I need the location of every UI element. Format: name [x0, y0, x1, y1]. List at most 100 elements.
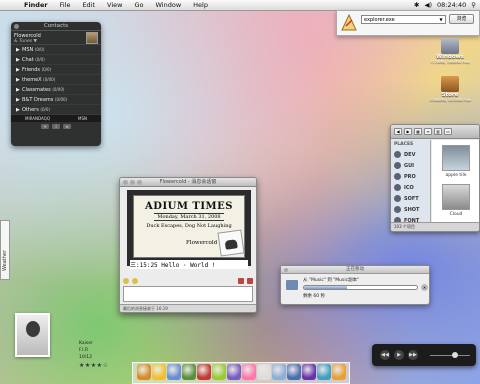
- menu-app-finder[interactable]: Finder: [18, 1, 54, 9]
- dock-app-icon[interactable]: [332, 364, 346, 380]
- sidebar-item-dev[interactable]: DEV: [391, 149, 430, 160]
- chat-title-bar[interactable]: Flowercold - 消息会话窗: [120, 178, 256, 187]
- forward-icon[interactable]: ▶: [404, 128, 412, 135]
- user-line-2: F.I.R: [79, 348, 89, 353]
- previous-track-icon[interactable]: ◀◀: [380, 350, 390, 360]
- drive-windows[interactable]: Windows 7178MB, 1968MB Free: [420, 38, 480, 64]
- info-button[interactable]: i: [52, 124, 60, 129]
- stop-icon[interactable]: ✕: [421, 284, 428, 291]
- view-icons-button[interactable]: ▦: [414, 128, 422, 135]
- contacts-title-bar[interactable]: Contacts: [11, 22, 101, 31]
- sidebar-item-gui[interactable]: GUI: [391, 160, 430, 171]
- group-friends[interactable]: ▶ Friends (0/0): [11, 65, 101, 75]
- volume-icon[interactable]: ◀): [424, 1, 432, 9]
- group-count: (0/0): [35, 57, 45, 62]
- dock-app-icon[interactable]: [257, 364, 271, 380]
- folder-icon: [286, 280, 298, 290]
- dock-app-icon[interactable]: [182, 364, 196, 380]
- sidebar-item-soft[interactable]: SOFT: [391, 193, 430, 204]
- group-classmates[interactable]: ▶ Classmates (0/00): [11, 85, 101, 95]
- add-contact-button[interactable]: +: [41, 124, 49, 129]
- sidebar-item-ico[interactable]: ICO: [391, 182, 430, 193]
- group-count: (0/0): [34, 47, 45, 52]
- file-label[interactable]: apple tile: [436, 173, 476, 178]
- file-thumbnail[interactable]: [442, 145, 470, 171]
- window-controls: [123, 180, 142, 185]
- spotlight-icon[interactable]: ⚲: [471, 1, 476, 9]
- group-msn[interactable]: ▶ MSN (0/0): [11, 45, 101, 55]
- sidebar-item-pro[interactable]: PRO: [391, 171, 430, 182]
- dock-app-icon[interactable]: [152, 364, 166, 380]
- dock-app-icon[interactable]: [227, 364, 241, 380]
- menu-window[interactable]: Window: [150, 1, 188, 9]
- view-list-button[interactable]: ≡: [424, 128, 432, 135]
- next-track-icon[interactable]: ▶▶: [408, 350, 418, 360]
- group-themex[interactable]: ▶ themeX (0/00): [11, 75, 101, 85]
- minimize-icon[interactable]: [130, 180, 135, 185]
- volume-slider[interactable]: [430, 355, 470, 356]
- volume-knob[interactable]: [452, 352, 458, 358]
- menu-button[interactable]: ≡: [63, 124, 71, 129]
- rating-stars[interactable]: ★★★★☆: [79, 362, 108, 369]
- close-icon[interactable]: [123, 180, 128, 185]
- play-icon[interactable]: ▶: [394, 350, 404, 360]
- finder-toolbar[interactable]: ◀ ▶ ▦ ≡ ▥ ▭: [391, 125, 479, 139]
- menu-view[interactable]: View: [101, 1, 128, 9]
- view-columns-button[interactable]: ▥: [434, 128, 442, 135]
- dock-app-icon[interactable]: [197, 364, 211, 380]
- user-card-widget: Kaiser F.I.R 10/12 ★★★★☆: [15, 313, 108, 369]
- block-button[interactable]: [238, 278, 244, 284]
- sender-name: Flowercold: [186, 240, 218, 246]
- browse-button[interactable]: 浏览: [449, 14, 474, 24]
- dock-app-icon[interactable]: [317, 364, 331, 380]
- chat-title: Flowercold - 消息会话窗: [159, 179, 217, 185]
- group-others[interactable]: ▶ Others (0/0): [11, 105, 101, 115]
- hard-drive-icon: [441, 76, 459, 92]
- dock-app-icon[interactable]: [272, 364, 286, 380]
- emoticon-icon[interactable]: [132, 278, 138, 284]
- run-dialog: explorer.exe ▼ 浏览: [336, 10, 480, 36]
- group-name: Others: [22, 107, 39, 113]
- file-label[interactable]: Cloud: [436, 212, 476, 217]
- group-chat[interactable]: ▶ Chat (0/0): [11, 55, 101, 65]
- dock-app-icon[interactable]: [137, 364, 151, 380]
- chevron-down-icon[interactable]: ▼: [437, 16, 445, 23]
- back-icon[interactable]: ◀: [394, 128, 402, 135]
- dock-app-icon[interactable]: [302, 364, 316, 380]
- message-input[interactable]: [123, 286, 253, 302]
- sidebar-item-label: ICO: [404, 184, 414, 191]
- drive-store[interactable]: Store 47866MB, 4044MB Free: [420, 76, 480, 102]
- user-line-3: 10/12: [79, 355, 92, 360]
- dock-app-icon[interactable]: [167, 364, 181, 380]
- group-bt-dreams[interactable]: ▶ B&T Dreams (0/00): [11, 95, 101, 105]
- view-coverflow-button[interactable]: ▭: [444, 128, 452, 135]
- font-button[interactable]: [123, 278, 129, 284]
- my-avatar[interactable]: [86, 32, 98, 44]
- copy-title-bar[interactable]: 正在移动: [281, 266, 429, 274]
- file-thumbnail[interactable]: [442, 184, 470, 210]
- close-chat-button[interactable]: [247, 278, 253, 284]
- newspaper-panel: ADIUM TIMES Monday, March 31, 2008 Duck …: [133, 195, 245, 258]
- dock-app-icon[interactable]: [287, 364, 301, 380]
- weather-widget[interactable]: Weather: [0, 220, 10, 280]
- dock-app-icon[interactable]: [212, 364, 226, 380]
- itunes-controller: ◀◀ ▶ ▶▶: [372, 344, 476, 366]
- bluetooth-icon[interactable]: ✱: [414, 1, 419, 9]
- masthead: ADIUM TIMES: [145, 201, 233, 212]
- dock-app-icon[interactable]: [242, 364, 256, 380]
- zoom-icon[interactable]: [137, 180, 142, 185]
- account-msn[interactable]: MSN: [78, 115, 87, 122]
- menu-help[interactable]: Help: [187, 1, 214, 9]
- menu-go[interactable]: Go: [128, 1, 149, 9]
- menu-edit[interactable]: Edit: [76, 1, 101, 9]
- close-icon[interactable]: [14, 24, 19, 29]
- clock[interactable]: 08:24:40: [437, 1, 466, 9]
- close-icon[interactable]: [284, 268, 288, 272]
- sidebar-item-shot[interactable]: SHOT: [391, 204, 430, 215]
- account-status-bar: MIRANDAQQ MSN: [11, 115, 101, 122]
- command-input[interactable]: explorer.exe ▼: [361, 15, 446, 24]
- account-mirandaqq[interactable]: MIRANDAQQ: [25, 115, 50, 122]
- folder-icon: [394, 151, 401, 158]
- menu-file[interactable]: File: [54, 1, 77, 9]
- finder-content: apple tile Cloud: [432, 140, 479, 222]
